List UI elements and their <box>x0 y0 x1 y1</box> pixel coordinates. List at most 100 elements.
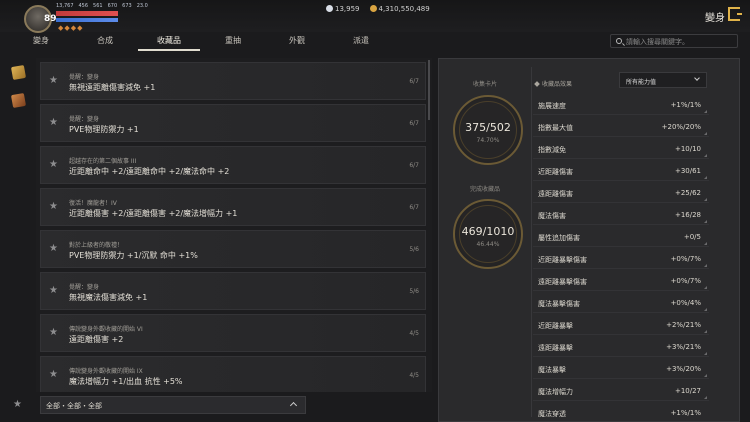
favorite-star-icon[interactable]: ★ <box>49 369 58 380</box>
stat-filter-dropdown[interactable]: 所有能力值 <box>619 72 707 88</box>
page-title: 變身 <box>705 13 725 24</box>
collection-cards-label: 收集卡片 <box>472 81 497 88</box>
stat-value: +10/10 <box>674 145 701 153</box>
row-divider <box>533 268 709 269</box>
effect-stat-row: 魔法穿透 +1%/1% <box>533 405 709 422</box>
diamond-currency: 13,959 <box>326 5 360 13</box>
effects-label-text: 收藏品效果 <box>542 81 573 88</box>
collection-book-alt-icon[interactable] <box>10 92 27 109</box>
category-filter[interactable]: 全部・全部・全部 <box>40 396 306 414</box>
stat-value: 561 <box>93 3 103 9</box>
card-count: 6/7 <box>409 78 419 85</box>
stat-value: +1%/1% <box>670 409 701 417</box>
card-count: 5/6 <box>409 246 419 253</box>
list-scrollbar[interactable] <box>428 60 430 120</box>
chevron-down-icon[interactable] <box>694 75 700 81</box>
row-divider <box>533 224 709 225</box>
stat-name: 指數最大值 <box>538 124 573 132</box>
completed-collections-percent: 46.44% <box>476 241 500 248</box>
tab-dispatch[interactable]: 派遣 <box>330 33 392 51</box>
chevron-up-icon[interactable] <box>289 401 298 410</box>
tab-transform[interactable]: 變身 <box>10 33 72 51</box>
row-divider <box>533 378 709 379</box>
search-icon[interactable] <box>616 38 622 44</box>
corner-mark-icon <box>704 264 707 267</box>
collection-card[interactable]: ★ 覺醒：變身 無視魔法傷害減免 +1 5/6 <box>40 272 426 310</box>
stat-name: 近距離傷害 <box>538 168 573 176</box>
effect-stat-row: 遠距離暴擊 +3%/21% <box>533 339 709 357</box>
stat-value: +2%/21% <box>666 321 701 329</box>
effect-stat-row: 魔法傷害 +16/28 <box>533 207 709 225</box>
favorite-star-icon[interactable]: ★ <box>49 159 58 170</box>
diamond-icon <box>326 5 333 12</box>
card-category: 傳說變身外觀收藏的開始 VI <box>69 326 143 333</box>
collection-card[interactable]: ★ 覺醒：變身 PVE物理防禦力 +1 6/7 <box>40 104 426 142</box>
card-effect: PVE物理防禦力 +1 <box>69 125 139 134</box>
row-divider <box>533 334 709 335</box>
card-category: 傳說變身外觀收藏的開始 IX <box>69 368 143 375</box>
favorite-star-icon[interactable]: ★ <box>49 117 58 128</box>
favorite-star-icon[interactable]: ★ <box>49 285 58 296</box>
stat-value: +0%/7% <box>670 277 701 285</box>
collection-book-icon[interactable] <box>10 64 27 81</box>
stat-name: 近距離暴擊 <box>538 322 573 330</box>
tab-reroll[interactable]: 重抽 <box>202 33 264 51</box>
panel-divider <box>531 67 532 417</box>
row-divider <box>533 158 709 159</box>
stat-name: 遠距離暴擊 <box>538 344 573 352</box>
stat-value: +30/61 <box>674 167 701 175</box>
stat-name: 魔法暴擊傷害 <box>538 300 580 308</box>
completed-collections-value: 469/1010 <box>461 225 515 238</box>
card-effect: PVE物理防禦力 +1/沉默 命中 +1% <box>69 251 198 260</box>
collection-cards-percent: 74.70% <box>476 137 500 144</box>
card-effect: 魔法增幅力 +1/出血 抗性 +5% <box>69 377 183 386</box>
stat-name: 魔法穿透 <box>538 410 566 418</box>
collection-card[interactable]: ★ 復活！魔龍者！IV 近距離傷害 +2/遠距離傷害 +2/魔法增幅力 +1 6… <box>40 188 426 226</box>
card-effect: 遠距離傷害 +2 <box>69 335 124 344</box>
card-count: 5/6 <box>409 288 419 295</box>
row-divider <box>533 180 709 181</box>
tab-compose[interactable]: 合成 <box>74 33 136 51</box>
stat-name: 施展速度 <box>538 102 566 110</box>
card-category: 覺醒：變身 <box>69 74 100 81</box>
exit-icon[interactable] <box>728 7 742 21</box>
collection-card[interactable]: ★ 傳說變身外觀收藏的開始 VI 遠距離傷害 +2 4/5 <box>40 314 426 352</box>
gold-amount: 4,310,550,489 <box>378 5 430 13</box>
effect-stat-row: 指數最大值 +20%/20% <box>533 119 709 137</box>
row-divider <box>533 290 709 291</box>
row-divider <box>533 312 709 313</box>
favorite-star-icon[interactable]: ★ <box>49 75 58 86</box>
tab-appearance[interactable]: 外觀 <box>266 33 328 51</box>
card-count: 4/5 <box>409 330 419 337</box>
favorite-star-icon[interactable]: ★ <box>49 327 58 338</box>
collection-card[interactable]: ★ 對於上級者的敬禮！ PVE物理防禦力 +1/沉默 命中 +1% 5/6 <box>40 230 426 268</box>
stat-value: +3%/20% <box>666 365 701 373</box>
favorite-star-icon[interactable]: ★ <box>49 243 58 254</box>
card-count: 4/5 <box>409 372 419 379</box>
effect-stat-row: 指數減免 +10/10 <box>533 141 709 159</box>
collection-cards-ring: 375/502 74.70% <box>453 95 523 165</box>
collection-card[interactable]: ★ 傳說變身外觀收藏的開始 IX 魔法增幅力 +1/出血 抗性 +5% 4/5 <box>40 356 426 392</box>
stat-name: 魔法暴擊 <box>538 366 566 374</box>
corner-mark-icon <box>704 132 707 135</box>
search-box[interactable] <box>610 34 738 48</box>
card-count: 6/7 <box>409 120 419 127</box>
effect-stat-row: 施展速度 +1%/1% <box>533 97 709 115</box>
corner-mark-icon <box>704 308 707 311</box>
collection-card[interactable]: ★ 覺醒：變身 無視遠距離傷害減免 +1 6/7 <box>40 62 426 100</box>
tab-collection[interactable]: 收藏品 <box>138 33 200 51</box>
effect-stat-row: 近距離暴擊傷害 +0%/7% <box>533 251 709 269</box>
favorites-filter-star-icon[interactable]: ★ <box>13 399 22 410</box>
favorite-star-icon[interactable]: ★ <box>49 201 58 212</box>
effect-stat-row: 屬性追加傷害 +0/5 <box>533 229 709 247</box>
search-input[interactable] <box>626 36 734 47</box>
collection-summary-panel: 收集卡片 375/502 74.70% 完成收藏品 469/1010 46.44… <box>438 58 740 422</box>
collection-cards-value: 375/502 <box>465 121 511 134</box>
stat-value: +10/27 <box>674 387 701 395</box>
stat-name: 魔法增幅力 <box>538 388 573 396</box>
stat-value: 456 <box>78 3 89 9</box>
effect-stat-row: 近距離暴擊 +2%/21% <box>533 317 709 335</box>
card-effect: 近距離命中 +2/遠距離命中 +2/魔法命中 +2 <box>69 167 230 176</box>
collection-card[interactable]: ★ 超越存在的第二個故事 III 近距離命中 +2/遠距離命中 +2/魔法命中 … <box>40 146 426 184</box>
card-category: 對於上級者的敬禮！ <box>69 242 124 249</box>
